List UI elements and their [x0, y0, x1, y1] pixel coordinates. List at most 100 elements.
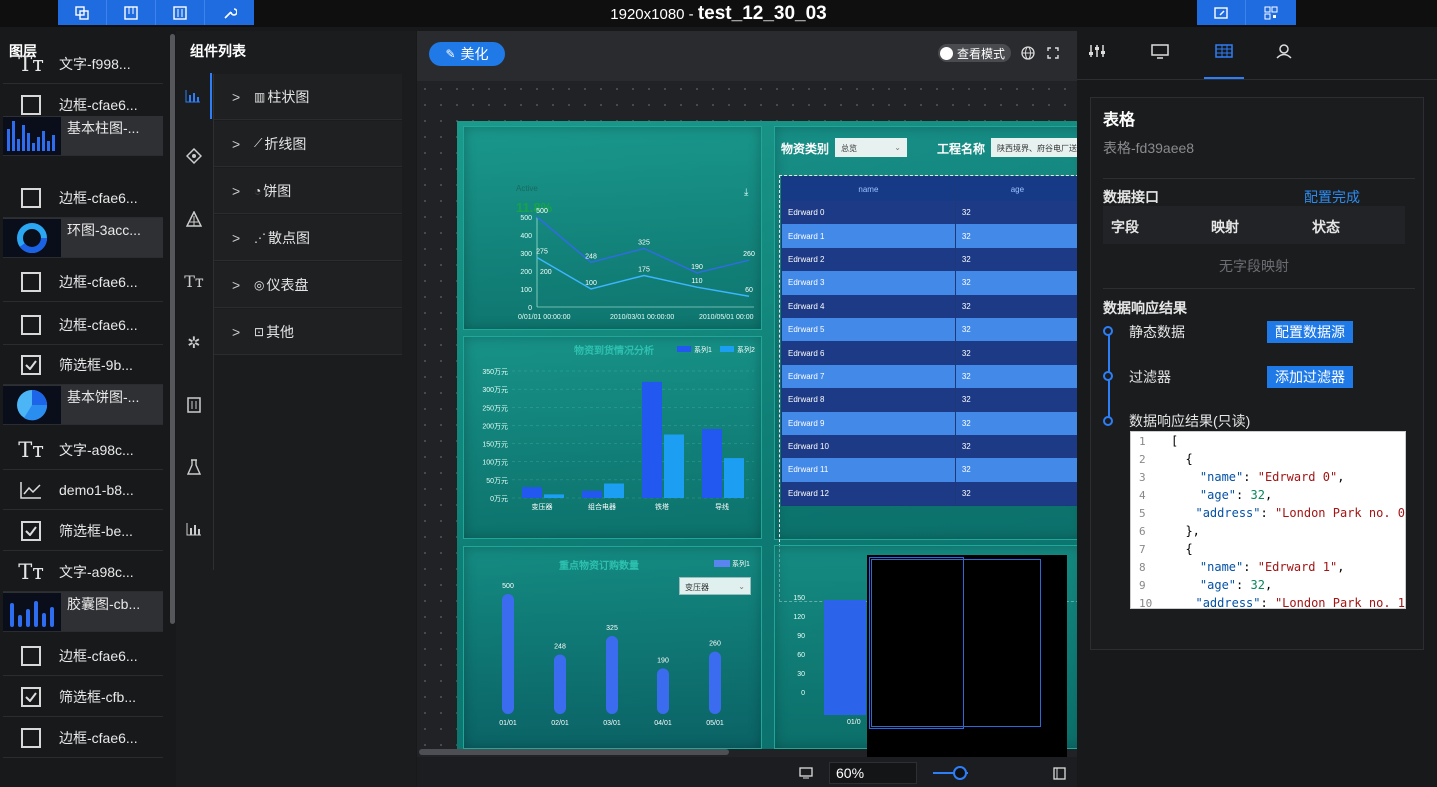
panel-toggle-icon[interactable] [1053, 767, 1066, 780]
table-cell: Edrward 9 [782, 411, 956, 435]
line-icon [3, 481, 59, 499]
tab-events[interactable] [1266, 43, 1302, 73]
line-chart-panel[interactable]: Active 11.8% 500 400 300 200 100 0 500 248 325 190 2… [463, 126, 762, 330]
layer-item[interactable]: 筛选框-cfb... [3, 677, 163, 717]
beautify-button[interactable]: ✎ 美化 [429, 42, 505, 66]
capsule-filter-select[interactable]: 变压器 ⌄ [679, 577, 751, 595]
code-line: 6 }, [1131, 522, 1405, 540]
table-panel[interactable]: 物资类别 总览 ⌄ 工程名称 陕西境界、府谷电厂送 name age Edrward … [774, 126, 1077, 602]
tab-data[interactable] [1204, 43, 1244, 79]
table-cell: 32 [956, 248, 1077, 271]
add-filter-button[interactable]: 添加过滤器 [1267, 366, 1353, 388]
table-header-cell[interactable]: name [782, 177, 956, 201]
category-item[interactable]: > ⊡ 其他 [214, 309, 402, 355]
tab-controls[interactable] [176, 382, 212, 428]
minimap[interactable] [867, 555, 1067, 759]
layer-item[interactable]: 筛选框-be... [3, 511, 163, 551]
layer-item[interactable]: 基本柱图-... [3, 116, 163, 156]
json-result-editor[interactable]: 1[2 {3 "name": "Edrward 0", 4 "age": 32, 5… [1130, 431, 1406, 609]
layer-label: 基本柱图-... [67, 120, 140, 136]
view-mode-toggle[interactable]: 查看模式 [938, 44, 1012, 62]
layer-item[interactable]: 基本饼图-... [3, 385, 163, 425]
table-header-cell[interactable]: age [956, 177, 1077, 201]
compass-icon [186, 148, 202, 164]
component-list-title: 组件列表 [190, 43, 246, 59]
layer-item[interactable]: demo1-b8... [3, 470, 163, 510]
tab-lab[interactable] [176, 444, 212, 490]
tab-display[interactable] [1142, 43, 1178, 73]
field-header: 字段 [1111, 219, 1139, 235]
layer-item[interactable]: 边框-cfae6... [3, 178, 163, 218]
fullscreen-icon[interactable] [1047, 47, 1059, 59]
tab-text[interactable]: Tт [176, 258, 212, 304]
category-item[interactable]: > ▥ 柱状图 [214, 74, 402, 120]
bar-chart-panel[interactable]: 物资到货情况分析 系列1 系列2 350万元 300万元 250万元 200万元 150万元 1… [463, 336, 762, 539]
table-cell: Edrward 3 [782, 271, 956, 295]
category-item[interactable]: > ◎ 仪表盘 [214, 262, 402, 308]
image-edit-button[interactable] [1197, 0, 1246, 25]
user-icon [1276, 44, 1292, 59]
layer-item[interactable]: 边框-cfae6... [3, 636, 163, 676]
table-row[interactable]: Edrward 12 32 [782, 481, 1077, 506]
monitor-icon[interactable] [799, 767, 813, 779]
tab-decoration[interactable]: ✲ [176, 320, 212, 366]
zoom-slider-handle[interactable] [953, 766, 967, 780]
design-canvas[interactable]: Active 11.8% 500 400 300 200 100 0 500 248 325 190 2… [417, 81, 1077, 759]
bar-series1 [522, 487, 542, 498]
capsule-value: 500 [502, 583, 514, 590]
table-row[interactable]: Edrward 10 32 [782, 434, 1077, 459]
tab-maps[interactable] [176, 133, 212, 179]
mapping-header-label: 映射 [1211, 219, 1239, 235]
table-row[interactable]: Edrward 4 32 [782, 294, 1077, 318]
tab-properties[interactable] [1081, 43, 1117, 73]
layer-item[interactable]: 环图-3acc... [3, 218, 163, 258]
globe-icon[interactable] [1021, 46, 1035, 60]
static-data-label: 静态数据 [1129, 324, 1185, 340]
zoom-input[interactable]: 60% [829, 762, 917, 784]
layer-item[interactable]: Tт 文字-a98c... [3, 430, 163, 470]
table-row[interactable]: Edrward 9 32 [782, 411, 1077, 435]
canvas-horizontal-scrollbar[interactable] [419, 749, 729, 755]
category-item[interactable]: > ◔ 饼图 [214, 168, 402, 214]
table-row[interactable]: Edrward 2 32 [782, 247, 1077, 272]
filter2-select[interactable]: 陕西境界、府谷电厂送 [991, 138, 1077, 157]
chevron-right-icon: > [232, 88, 241, 105]
layer-item[interactable]: 边框-cfae6... [3, 262, 163, 302]
table-row[interactable]: Edrward 0 32 [782, 201, 1077, 225]
table-row[interactable]: Edrward 3 32 [782, 271, 1077, 295]
layer-label: 筛选框-cfb... [59, 688, 137, 705]
table-row[interactable]: Edrward 6 32 [782, 341, 1077, 365]
table-row[interactable]: Edrward 1 32 [782, 224, 1077, 248]
layer-item[interactable]: Tт 文字-a98c... [3, 552, 163, 592]
table-row[interactable]: Edrward 8 32 [782, 388, 1077, 412]
qr-button[interactable] [1246, 0, 1295, 25]
layer-item[interactable]: 胶囊图-cb... [3, 592, 163, 632]
table-row[interactable]: Edrward 7 32 [782, 364, 1077, 389]
layer-item[interactable]: 筛选框-9b... [3, 345, 163, 385]
config-done-link[interactable]: 配置完成 [1304, 187, 1360, 207]
filter1-select[interactable]: 总览 ⌄ [835, 138, 907, 157]
layers-scrollbar[interactable] [170, 34, 175, 624]
capsule-chart-panel[interactable]: 重点物资订购数量 系列1 500 01/01 248 02/01 325 03/01 190 04… [463, 546, 762, 749]
layer-label: 边框-cfae6... [59, 647, 138, 664]
table-cell: Edrward 6 [782, 341, 956, 365]
table-row[interactable]: Edrward 5 32 [782, 317, 1077, 342]
data-table[interactable]: name age Edrward 0 32 Edrward 1 32 Edrward 2 32… [781, 176, 1077, 507]
category-item[interactable]: > ⟋ 折线图 [214, 121, 402, 167]
config-data-source-button[interactable]: 配置数据源 [1267, 321, 1353, 343]
table-cell: Edrward 11 [782, 458, 956, 482]
category-item[interactable]: > ⋰ 散点图 [214, 215, 402, 261]
code-text: "name": "Edrward 0", [1199, 470, 1345, 484]
layer-item[interactable]: 边框-cfae6... [3, 305, 163, 345]
line-number: 2 [1139, 452, 1146, 466]
tab-3d[interactable] [176, 196, 212, 242]
layer-item[interactable]: Tт 文字-f998... [3, 44, 163, 84]
layer-item[interactable]: 边框-cfae6... [3, 718, 163, 758]
layers-panel: 图层 Tт 文字-f998... 边框-cfae6... 基本柱图-... 边框-cfa… [0, 31, 176, 787]
tab-stats[interactable] [176, 506, 212, 552]
line-number: 10 [1139, 596, 1153, 609]
tab-divider [1077, 79, 1437, 80]
table-row[interactable]: Edrward 11 32 [782, 458, 1077, 482]
tab-bar-charts[interactable] [176, 73, 212, 119]
table-icon [1215, 44, 1233, 58]
